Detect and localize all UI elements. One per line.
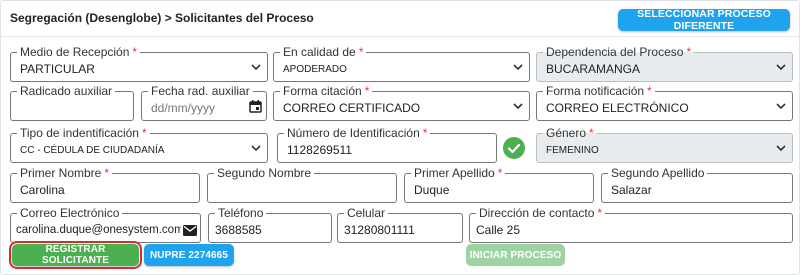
correo-electronico-value: carolina.duque@onesystem.com.co xyxy=(16,224,181,236)
chevron-down-icon xyxy=(251,144,261,152)
tipo-identificacion-label: Tipo de indentificación xyxy=(20,126,139,140)
forma-notificacion-select[interactable]: Forma notificación * CORREO ELECTRÓNICO xyxy=(536,84,793,121)
primer-apellido-input[interactable]: Primer Apellido * Duque xyxy=(404,166,594,203)
telefono-value: 3688585 xyxy=(215,223,262,237)
required-marker: * xyxy=(358,45,364,59)
segundo-apellido-input[interactable]: Segundo Apellido Salazar xyxy=(601,166,793,203)
direccion-contacto-label: Dirección de contacto xyxy=(479,206,595,220)
numero-identificacion-input[interactable]: Número de Identificación * 1128269511 xyxy=(277,126,497,163)
fecha-rad-auxiliar-label: Fecha rad. auxiliar xyxy=(148,84,253,98)
forma-citacion-select[interactable]: Forma citación * CORREO CERTIFICADO xyxy=(273,84,530,121)
celular-value: 31280801111 xyxy=(344,223,415,237)
chevron-down-icon xyxy=(513,63,523,71)
en-calidad-de-value: APODERADO xyxy=(283,64,347,75)
forma-citacion-value: CORREO CERTIFICADO xyxy=(283,101,421,115)
required-marker: * xyxy=(589,126,594,140)
radicado-auxiliar-input[interactable]: Radicado auxiliar xyxy=(10,84,134,121)
tipo-identificacion-select[interactable]: Tipo de indentificación * CC - CÉDULA DE … xyxy=(10,126,268,163)
fecha-rad-auxiliar-placeholder: dd/mm/yyyy xyxy=(151,101,216,115)
primer-apellido-label: Primer Apellido xyxy=(414,166,495,180)
medio-recepcion-select[interactable]: Medio de Recepción * PARTICULAR xyxy=(10,45,268,82)
segundo-nombre-input[interactable]: Segundo Nombre xyxy=(207,166,397,203)
fecha-rad-auxiliar-input[interactable]: Fecha rad. auxiliar dd/mm/yyyy xyxy=(141,84,267,121)
required-marker: * xyxy=(104,166,110,180)
correo-electronico-label: Correo Electrónico xyxy=(17,206,123,220)
required-marker: * xyxy=(132,45,138,59)
chevron-down-icon xyxy=(776,63,786,71)
chevron-down-icon xyxy=(513,102,523,110)
primer-nombre-input[interactable]: Primer Nombre * Carolina xyxy=(10,166,200,203)
tipo-identificacion-value: CC - CÉDULA DE CIUDADANÍA xyxy=(20,145,165,156)
telefono-input[interactable]: Teléfono 3688585 xyxy=(208,206,332,243)
dependencia-label: Dependencia del Proceso xyxy=(546,45,684,59)
dependencia-value: BUCARAMANGA xyxy=(546,62,641,76)
chevron-down-icon xyxy=(776,144,786,152)
genero-select: Género * FEMENINO xyxy=(536,126,793,163)
segundo-apellido-label: Segundo Apellido xyxy=(608,166,708,180)
celular-label: Celular xyxy=(344,206,389,220)
genero-value: FEMENINO xyxy=(546,145,599,156)
required-marker: * xyxy=(497,166,503,180)
required-marker: * xyxy=(597,206,603,220)
forma-citacion-label: Forma citación xyxy=(283,84,362,98)
segundo-nombre-label: Segundo Nombre xyxy=(214,166,315,180)
required-marker: * xyxy=(686,45,692,59)
celular-input[interactable]: Celular 31280801111 xyxy=(337,206,463,243)
medio-recepcion-value: PARTICULAR xyxy=(20,62,95,76)
direccion-contacto-value: Calle 25 xyxy=(476,223,521,237)
dependencia-select: Dependencia del Proceso * BUCARAMANGA xyxy=(536,45,793,82)
breadcrumb: Segregación (Desenglobe) > Solicitantes … xyxy=(10,11,314,25)
correo-electronico-input[interactable]: Correo Electrónico carolina.duque@onesys… xyxy=(10,206,201,243)
telefono-label: Teléfono xyxy=(215,206,267,220)
registrar-solicitante-button[interactable]: REGISTRAR SOLICITANTE xyxy=(9,241,142,269)
forma-notificacion-label: Forma notificación xyxy=(546,84,645,98)
direccion-contacto-input[interactable]: Dirección de contacto * Calle 25 xyxy=(469,206,793,243)
chevron-down-icon xyxy=(251,63,261,71)
solicitantes-panel: Segregación (Desenglobe) > Solicitantes … xyxy=(0,0,800,275)
required-marker: * xyxy=(422,126,428,140)
required-marker: * xyxy=(141,126,147,140)
numero-identificacion-value: 1128269511 xyxy=(287,143,352,157)
iniciar-proceso-button[interactable]: INICIAR PROCESO xyxy=(466,244,565,266)
chevron-down-icon xyxy=(776,102,786,110)
primer-apellido-value: Duque xyxy=(414,183,450,197)
forma-notificacion-value: CORREO ELECTRÓNICO xyxy=(546,101,689,115)
primer-nombre-value: Carolina xyxy=(20,183,65,197)
segundo-apellido-value: Salazar xyxy=(611,183,652,197)
numero-identificacion-label: Número de Identificación xyxy=(287,126,420,140)
genero-label: Género xyxy=(546,126,587,140)
nupre-button[interactable]: NUPRE 2274665 xyxy=(144,244,234,266)
medio-recepcion-label: Medio de Recepción xyxy=(20,45,130,59)
required-marker: * xyxy=(364,84,370,98)
en-calidad-de-select[interactable]: En calidad de * APODERADO xyxy=(273,45,530,82)
check-circle-icon xyxy=(503,137,525,164)
select-different-process-button[interactable]: SELECCIONAR PROCESO DIFERENTE xyxy=(618,8,790,32)
required-marker: * xyxy=(647,84,652,98)
en-calidad-de-label: En calidad de xyxy=(283,45,356,59)
primer-nombre-label: Primer Nombre xyxy=(20,166,102,180)
calendar-icon[interactable] xyxy=(249,100,262,118)
panel-header: Segregación (Desenglobe) > Solicitantes … xyxy=(1,1,799,37)
envelope-icon xyxy=(183,223,197,241)
radicado-auxiliar-label: Radicado auxiliar xyxy=(17,84,116,98)
